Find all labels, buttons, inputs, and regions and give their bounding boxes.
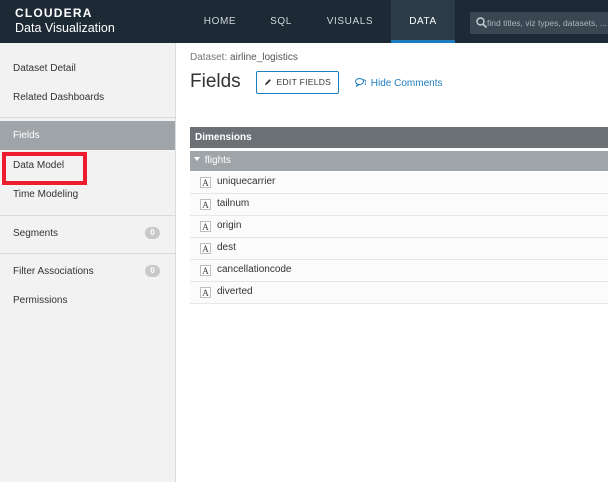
sidebar-item-related-dashboards[interactable]: Related Dashboards <box>0 83 175 112</box>
sidebar-divider <box>0 253 175 254</box>
dataset-sidebar: Dataset Detail Related Dashboards Fields… <box>0 43 176 482</box>
page-title: Fields <box>190 71 241 92</box>
string-type-icon: A <box>200 287 211 298</box>
cloudera-logo[interactable]: CLOUDERA Data Visualization <box>15 7 115 36</box>
sidebar-item-permissions[interactable]: Permissions <box>0 286 175 315</box>
sidebar-item-filter-associations[interactable]: Filter Associations 0 <box>0 257 175 286</box>
nav-home[interactable]: HOME <box>187 0 253 43</box>
group-header-flights[interactable]: flights <box>190 151 608 171</box>
filter-associations-count-badge: 0 <box>145 265 160 277</box>
field-row[interactable]: A dest <box>190 238 608 260</box>
field-name: dest <box>217 242 236 253</box>
field-name: diverted <box>217 286 253 297</box>
field-row[interactable]: A tailnum <box>190 194 608 216</box>
field-name: cancellationcode <box>217 264 292 275</box>
field-name: tailnum <box>217 198 250 209</box>
group-label: flights <box>204 155 231 166</box>
brand-name: CLOUDERA <box>15 6 93 20</box>
comments-icon <box>355 78 367 88</box>
dataset-label: Dataset: <box>190 52 228 63</box>
nav-sql[interactable]: SQL <box>253 0 309 43</box>
field-name: origin <box>217 220 242 231</box>
hide-comments-label: Hide Comments <box>370 78 443 89</box>
search-input[interactable] <box>487 15 608 31</box>
sidebar-item-data-model[interactable]: Data Model <box>0 151 175 180</box>
segments-count-badge: 0 <box>145 227 160 239</box>
nav-data[interactable]: DATA <box>391 0 455 43</box>
main-nav: HOME SQL VISUALS DATA <box>187 0 455 43</box>
string-type-icon: A <box>200 243 211 254</box>
sidebar-item-fields[interactable]: Fields <box>0 121 175 150</box>
string-type-icon: A <box>200 199 211 210</box>
field-row[interactable]: A origin <box>190 216 608 238</box>
sidebar-divider <box>0 117 175 118</box>
edit-fields-label: EDIT FIELDS <box>276 77 332 87</box>
field-row[interactable]: A cancellationcode <box>190 260 608 282</box>
product-name: Data Visualization <box>15 21 115 35</box>
sidebar-item-time-modeling[interactable]: Time Modeling <box>0 180 175 209</box>
edit-fields-button[interactable]: EDIT FIELDS <box>256 71 339 94</box>
field-name: uniquecarrier <box>217 176 276 187</box>
field-row[interactable]: A diverted <box>190 282 608 304</box>
string-type-icon: A <box>200 177 211 188</box>
dimensions-header: Dimensions <box>190 127 608 148</box>
sidebar-item-segments[interactable]: Segments 0 <box>0 219 175 248</box>
hide-comments-link[interactable]: Hide Comments <box>355 78 442 89</box>
field-row[interactable]: A uniquecarrier <box>190 172 608 194</box>
dataset-name: airline_logistics <box>230 52 298 63</box>
pencil-icon <box>264 79 271 85</box>
global-search[interactable] <box>470 12 608 34</box>
top-navigation-bar: CLOUDERA Data Visualization HOME SQL VIS… <box>0 0 608 43</box>
dataset-breadcrumb: Dataset: airline_logistics <box>190 52 298 63</box>
nav-visuals[interactable]: VISUALS <box>309 0 391 43</box>
sidebar-divider <box>0 215 175 216</box>
string-type-icon: A <box>200 265 211 276</box>
string-type-icon: A <box>200 221 211 232</box>
field-list: A uniquecarrier A tailnum A origin A des… <box>190 172 608 304</box>
caret-down-icon <box>194 157 200 161</box>
sidebar-item-dataset-detail[interactable]: Dataset Detail <box>0 54 175 83</box>
sidebar-item-label: Filter Associations <box>13 266 94 277</box>
sidebar-item-label: Segments <box>13 228 59 239</box>
